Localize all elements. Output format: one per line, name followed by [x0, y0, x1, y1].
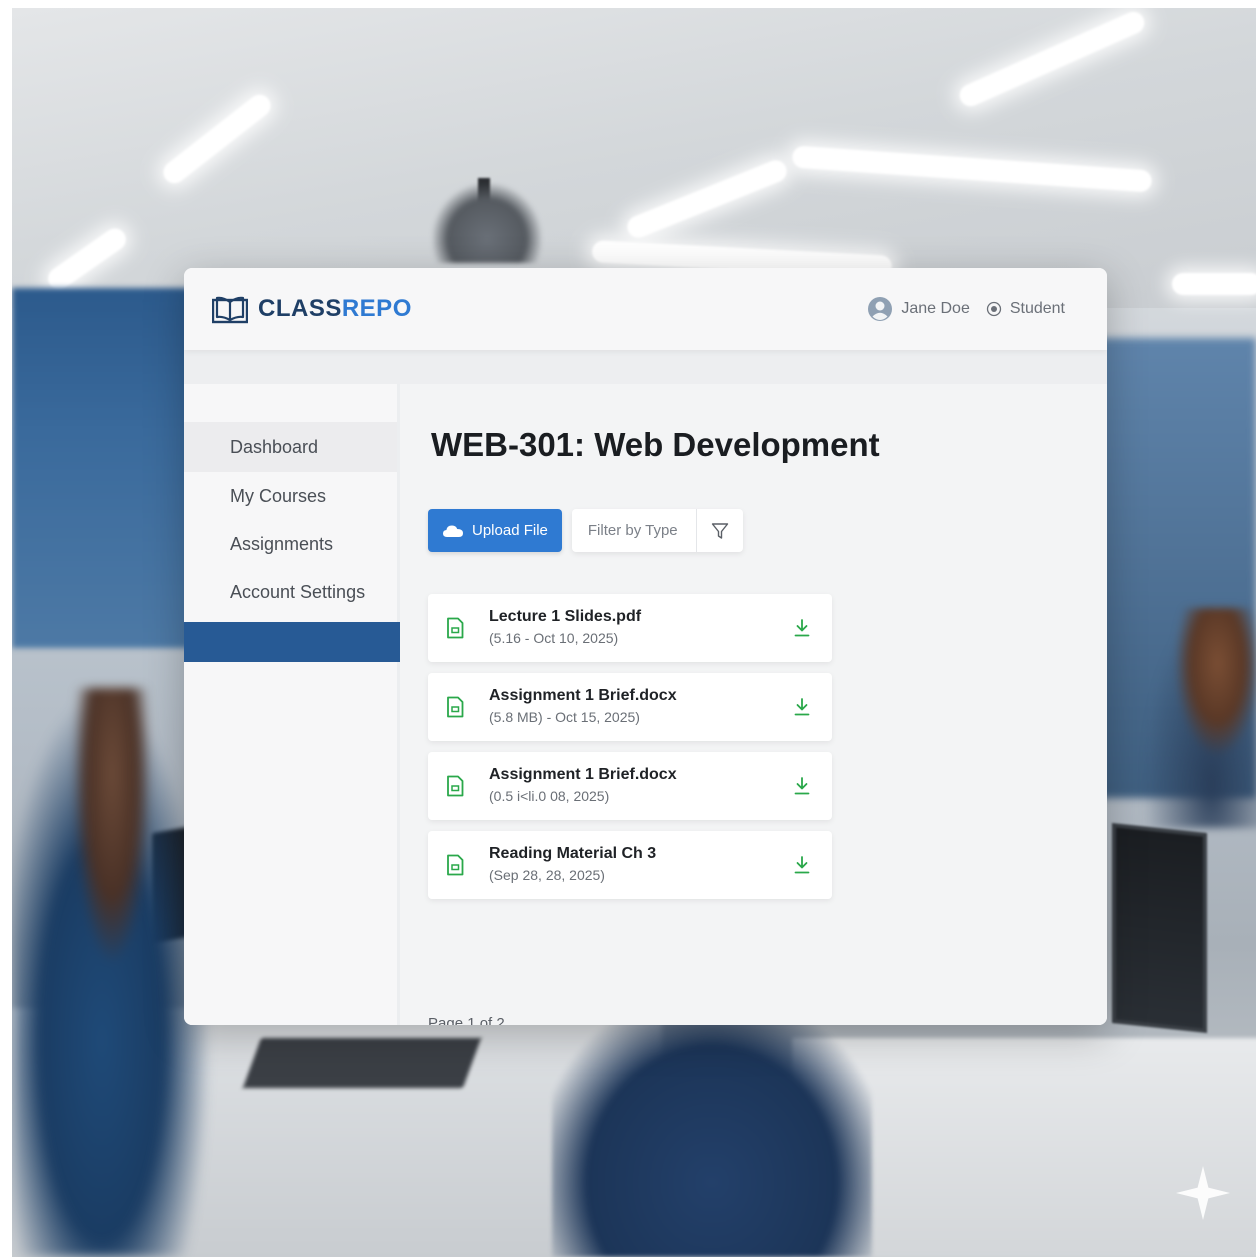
download-icon[interactable] — [794, 776, 810, 796]
student-center — [552, 1008, 872, 1257]
download-icon[interactable] — [794, 855, 810, 875]
filter-button[interactable] — [697, 509, 743, 552]
brand-name-part1: CLASS — [258, 295, 342, 322]
file-row[interactable]: Lecture 1 Slides.pdf (5.16 - Oct 10, 202… — [428, 594, 832, 662]
upload-file-button[interactable]: Upload File — [428, 509, 562, 552]
brand-logo[interactable]: CLASSREPO — [212, 294, 412, 324]
funnel-icon — [711, 522, 728, 539]
app-window: CLASSREPO Jane Doe Student Dashboard My … — [184, 268, 1107, 1025]
download-icon[interactable] — [794, 697, 810, 717]
pagination-text: Page 1 of 2 — [428, 1015, 505, 1025]
file-row[interactable]: Reading Material Ch 3 (Sep 28, 28, 2025) — [428, 831, 832, 899]
download-icon[interactable] — [794, 618, 810, 638]
main-content: WEB-301: Web Development Upload File Fil… — [403, 384, 1107, 1025]
file-name[interactable]: Assignment 1 Brief.docx — [489, 766, 677, 784]
ceiling-light — [1172, 273, 1256, 295]
brand-name-part2: REPO — [341, 295, 412, 322]
role-radio-icon — [986, 301, 1001, 317]
book-icon — [212, 296, 248, 324]
toolbar: Upload File Filter by Type — [428, 509, 743, 552]
file-meta: (0.5 i<li.0 08, 2025) — [489, 788, 610, 804]
laptop-bottom — [242, 1038, 482, 1088]
cloud-upload-icon — [443, 525, 463, 537]
header-divider-band — [184, 350, 1107, 384]
file-meta: (Sep 28, 28, 2025) — [489, 867, 605, 883]
monitor-right — [1112, 823, 1207, 1033]
user-avatar-icon — [868, 297, 893, 321]
sidebar-item-assignments[interactable]: Assignments — [184, 520, 397, 568]
sidebar-item-dashboard[interactable]: Dashboard — [184, 422, 397, 472]
file-name[interactable]: Assignment 1 Brief.docx — [489, 687, 677, 705]
upload-file-label: Upload File — [472, 522, 548, 539]
sidebar-item-my-courses[interactable]: My Courses — [184, 472, 397, 520]
file-meta: (5.16 - Oct 10, 2025) — [489, 630, 619, 646]
file-name[interactable]: Lecture 1 Slides.pdf — [489, 608, 641, 626]
file-row[interactable]: Assignment 1 Brief.docx (5.8 MB) - Oct 1… — [428, 673, 832, 741]
filter-by-type-dropdown[interactable]: Filter by Type — [571, 509, 743, 552]
file-meta: (5.8 MB) - Oct 15, 2025) — [489, 709, 640, 725]
user-menu[interactable]: Jane Doe Student — [867, 296, 1065, 322]
page-title: WEB-301: Web Development — [431, 426, 880, 463]
document-icon — [447, 854, 464, 876]
sidebar-item-account-settings[interactable]: Account Settings — [184, 568, 397, 616]
file-list: Lecture 1 Slides.pdf (5.16 - Oct 10, 202… — [428, 594, 832, 910]
student-left — [12, 688, 212, 1257]
user-role: Student — [1009, 300, 1065, 317]
top-bar: CLASSREPO Jane Doe Student — [184, 268, 1107, 350]
blue-wall-left — [12, 288, 202, 648]
document-icon — [447, 775, 464, 797]
sidebar: Dashboard My Courses Assignments Account… — [184, 384, 400, 1025]
sidebar-accent-bar — [184, 622, 400, 662]
projector — [432, 183, 542, 263]
brand-name: CLASSREPO — [258, 295, 412, 323]
filter-by-type-label[interactable]: Filter by Type — [572, 509, 697, 552]
document-icon — [447, 617, 464, 639]
file-name[interactable]: Reading Material Ch 3 — [489, 845, 656, 863]
file-row[interactable]: Assignment 1 Brief.docx (0.5 i<li.0 08, … — [428, 752, 832, 820]
document-icon — [447, 696, 464, 718]
user-name: Jane Doe — [901, 300, 970, 317]
student-right — [1142, 608, 1256, 828]
